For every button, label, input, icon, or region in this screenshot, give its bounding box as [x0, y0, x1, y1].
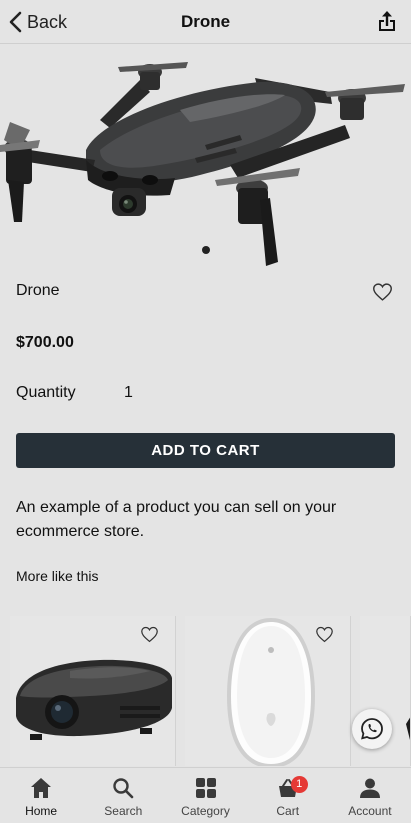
add-to-cart-button[interactable]: ADD TO CART — [16, 433, 395, 468]
related-product-card[interactable] — [185, 616, 351, 766]
heart-icon[interactable] — [315, 626, 334, 643]
bottom-navigation: Home Search Category 1 Cart Account — [0, 767, 411, 823]
nav-item-account[interactable]: Account — [329, 768, 411, 823]
nav-item-category[interactable]: Category — [164, 768, 246, 823]
heart-icon[interactable] — [372, 282, 393, 302]
product-price: $700.00 — [16, 334, 74, 351]
nav-item-cart[interactable]: 1 Cart — [247, 768, 329, 823]
nav-label: Cart — [276, 804, 300, 818]
nav-label: Home — [25, 804, 58, 818]
drone-image — [0, 62, 405, 266]
whatsapp-icon — [361, 718, 383, 740]
home-icon — [31, 778, 52, 798]
search-icon — [113, 778, 134, 799]
nav-label: Search — [104, 804, 143, 818]
product-description: An example of a product you can sell on … — [16, 499, 337, 540]
projector-image — [16, 659, 172, 740]
nav-label: Category — [181, 804, 230, 818]
product-name: Drone — [16, 282, 60, 299]
top-bar: Back Drone — [0, 0, 411, 44]
nav-item-search[interactable]: Search — [82, 768, 164, 823]
account-icon — [359, 778, 380, 798]
page-title: Drone — [180, 12, 231, 31]
quantity-field[interactable] — [120, 380, 180, 406]
product-image[interactable] — [0, 45, 411, 270]
related-heading: More like this — [16, 568, 99, 584]
nav-item-home[interactable]: Home — [0, 768, 82, 823]
nav-label: Account — [348, 804, 392, 818]
whatsapp-chat-button[interactable] — [352, 709, 392, 749]
share-icon[interactable] — [377, 11, 397, 33]
carousel-indicator[interactable] — [202, 246, 210, 254]
quantity-label: Quantity — [16, 384, 76, 401]
related-product-card[interactable] — [10, 616, 176, 766]
cart-badge: 1 — [290, 776, 308, 793]
category-grid-icon — [195, 778, 216, 798]
